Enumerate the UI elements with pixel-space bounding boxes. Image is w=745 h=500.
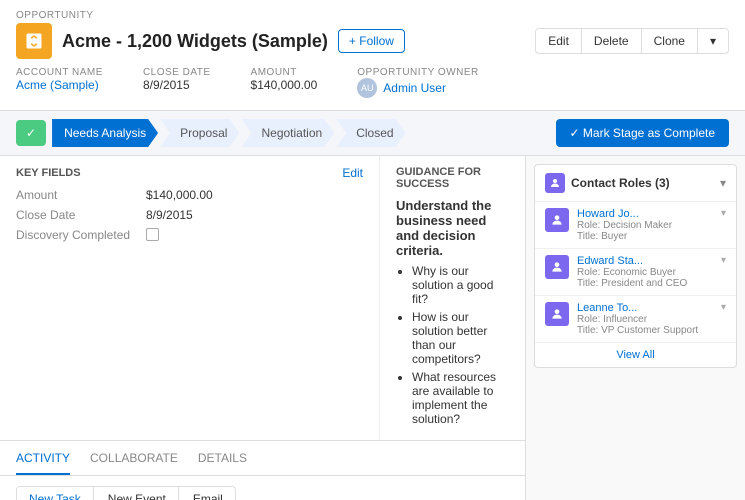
owner-label: OPPORTUNITY OWNER [357, 67, 478, 78]
tab-activity[interactable]: ACTIVITY [16, 441, 70, 475]
page-title: Acme - 1,200 Widgets (Sample) [62, 31, 328, 52]
close-date-field-value: 8/9/2015 [146, 208, 193, 222]
contact-avatar-1 [545, 208, 569, 232]
fields-guidance-section: KEY FIELDS Edit Amount $140,000.00 Close… [0, 156, 525, 441]
activity-area: New Task New Event Email Subject Save [0, 476, 525, 500]
close-date-label: CLOSE DATE [143, 67, 211, 78]
header-actions: Edit Delete Clone ▾ [535, 28, 729, 54]
stage-needs-analysis[interactable]: Needs Analysis [52, 119, 158, 147]
stage-toggle-button[interactable]: ✓ [16, 120, 46, 146]
close-date-field-label: Close Date [16, 208, 146, 222]
contact-title-1: Title: Buyer [577, 231, 713, 242]
contact-role-3: Role: Influencer [577, 314, 713, 325]
follow-button[interactable]: + Follow [338, 29, 405, 53]
key-fields-title: KEY FIELDS [16, 167, 81, 179]
tabs-bar: ACTIVITY COLLABORATE DETAILS [0, 441, 525, 476]
guidance-bullet-1: Why is our solution a good fit? [412, 264, 509, 306]
view-all-link[interactable]: View All [535, 343, 736, 367]
contact-avatar-3 [545, 302, 569, 326]
tab-details[interactable]: DETAILS [198, 441, 247, 475]
check-icon: ✓ [26, 126, 36, 140]
contact-info-2: Edward Sta... Role: Economic Buyer Title… [577, 255, 713, 289]
contact-avatar-2 [545, 255, 569, 279]
stage-closed[interactable]: Closed [336, 119, 405, 147]
contact-title-2: Title: President and CEO [577, 278, 713, 289]
stage-negotiation[interactable]: Negotiation [241, 119, 334, 147]
contact-roles-title: Contact Roles (3) [571, 176, 670, 190]
clone-button[interactable]: Clone [641, 28, 698, 54]
contact-item-3: Leanne To... Role: Influencer Title: VP … [535, 296, 736, 343]
mark-stage-complete-button[interactable]: ✓ Mark Stage as Complete [556, 119, 729, 147]
contact-item-1: Howard Jo... Role: Decision Maker Title:… [535, 202, 736, 249]
amount-field-value: $140,000.00 [146, 188, 213, 202]
contact-roles-icon [545, 173, 565, 193]
contact-role-2: Role: Economic Buyer [577, 267, 713, 278]
more-actions-button[interactable]: ▾ [698, 28, 729, 54]
edit-button[interactable]: Edit [535, 28, 582, 54]
object-type-label: OPPORTUNITY [16, 10, 729, 21]
amount-label: AMOUNT [251, 67, 318, 78]
new-task-button[interactable]: New Task [17, 487, 94, 500]
contact-roles-header: Contact Roles (3) ▾ [535, 165, 736, 202]
account-name-label: ACCOUNT NAME [16, 67, 103, 78]
contact-name-3[interactable]: Leanne To... [577, 302, 713, 314]
bottom-section: KEY FIELDS Edit Amount $140,000.00 Close… [0, 156, 745, 500]
key-fields-column: KEY FIELDS Edit Amount $140,000.00 Close… [0, 156, 380, 440]
new-event-button[interactable]: New Event [96, 487, 179, 500]
contact-name-1[interactable]: Howard Jo... [577, 208, 713, 220]
contact-roles-chevron[interactable]: ▾ [720, 176, 726, 190]
contact-name-2[interactable]: Edward Sta... [577, 255, 713, 267]
left-content: KEY FIELDS Edit Amount $140,000.00 Close… [0, 156, 525, 500]
contact-info-1: Howard Jo... Role: Decision Maker Title:… [577, 208, 713, 242]
discovery-field-label: Discovery Completed [16, 228, 146, 242]
amount-field-label: Amount [16, 188, 146, 202]
amount-field: AMOUNT $140,000.00 [251, 67, 318, 98]
guidance-text: Understand the business need and decisio… [396, 198, 509, 426]
contact-3-chevron[interactable]: ▾ [721, 302, 726, 313]
guidance-column: GUIDANCE FOR SUCCESS Understand the busi… [380, 156, 525, 440]
tab-collaborate[interactable]: COLLABORATE [90, 441, 178, 475]
activity-buttons: New Task New Event Email [16, 486, 236, 500]
guidance-bullets: Why is our solution a good fit? How is o… [396, 264, 509, 426]
field-row-discovery: Discovery Completed [16, 228, 363, 242]
owner-value[interactable]: Admin User [383, 81, 446, 95]
contact-role-1: Role: Decision Maker [577, 220, 713, 231]
discovery-checkbox[interactable] [146, 228, 159, 241]
guidance-title: GUIDANCE FOR SUCCESS [396, 166, 509, 190]
account-name-value[interactable]: Acme (Sample) [16, 78, 99, 92]
opportunity-icon [16, 23, 52, 59]
guidance-bullet-2: How is our solution better than our comp… [412, 310, 509, 366]
close-date-value: 8/9/2015 [143, 78, 190, 92]
close-date-field: CLOSE DATE 8/9/2015 [143, 67, 211, 98]
stage-bar: ✓ Needs Analysis Proposal Negotiation Cl… [0, 111, 745, 156]
page-header: OPPORTUNITY Acme - 1,200 Widgets (Sample… [0, 0, 745, 156]
right-panel: Contact Roles (3) ▾ Howard Jo... Role: D… [525, 156, 745, 500]
page-layout: OPPORTUNITY Acme - 1,200 Widgets (Sample… [0, 0, 745, 500]
contact-info-3: Leanne To... Role: Influencer Title: VP … [577, 302, 713, 336]
contact-title-3: Title: VP Customer Support [577, 325, 713, 336]
field-row-amount: Amount $140,000.00 [16, 188, 363, 202]
account-name-field: ACCOUNT NAME Acme (Sample) [16, 67, 103, 98]
avatar: AU [357, 78, 377, 98]
email-button[interactable]: Email [181, 487, 235, 500]
owner-field: OPPORTUNITY OWNER AU Admin User [357, 67, 478, 98]
field-row-close-date: Close Date 8/9/2015 [16, 208, 363, 222]
guidance-heading: Understand the business need and decisio… [396, 198, 509, 258]
guidance-bullet-3: What resources are available to implemen… [412, 370, 509, 426]
contact-2-chevron[interactable]: ▾ [721, 255, 726, 266]
amount-value: $140,000.00 [251, 78, 318, 92]
contact-1-chevron[interactable]: ▾ [721, 208, 726, 219]
key-fields-edit-link[interactable]: Edit [342, 166, 363, 180]
stages-list: Needs Analysis Proposal Negotiation Clos… [52, 119, 547, 147]
stage-proposal[interactable]: Proposal [160, 119, 239, 147]
delete-button[interactable]: Delete [582, 28, 641, 54]
contact-item-2: Edward Sta... Role: Economic Buyer Title… [535, 249, 736, 296]
contact-roles-card: Contact Roles (3) ▾ Howard Jo... Role: D… [534, 164, 737, 368]
